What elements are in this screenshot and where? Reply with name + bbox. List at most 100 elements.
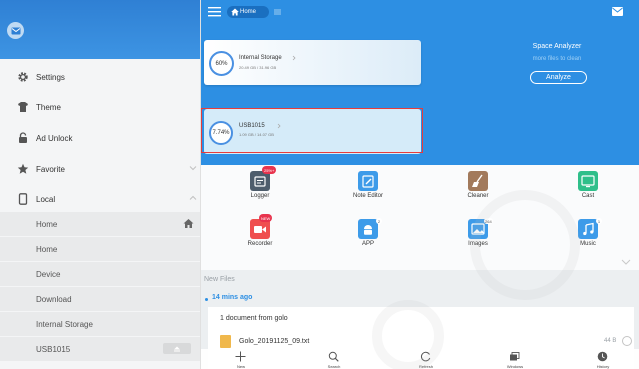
- local-item-label: Internal Storage: [36, 320, 93, 329]
- search-button[interactable]: Search: [312, 349, 356, 369]
- local-item-label: Device: [36, 270, 61, 279]
- bottom-toolbar: New Search Refresh Windows History: [201, 349, 639, 369]
- chevron-right-icon: [292, 55, 296, 61]
- new-files-header: New Files: [204, 276, 235, 283]
- sidebar-item-label: Settings: [36, 72, 65, 82]
- tool-label: Recorder: [247, 241, 273, 247]
- toolbar-label: Refresh: [418, 364, 433, 369]
- internal-storage-card[interactable]: 60% Internal Storage 20.49 GB / 31.96 GB: [204, 40, 421, 85]
- toolbar-label: Search: [327, 364, 341, 369]
- item-count: 264: [484, 218, 493, 224]
- toolbar-label: History: [596, 364, 610, 369]
- tool-tile: [578, 219, 598, 239]
- tool-label: Music: [580, 241, 596, 247]
- video-recorder-icon: [254, 226, 266, 233]
- phone-icon: [18, 193, 28, 205]
- storage-size: 20.49 GB / 31.96 GB: [239, 65, 277, 70]
- avatar[interactable]: [7, 22, 24, 39]
- cast-icon: [581, 175, 595, 188]
- sidebar-item-ad-unlock[interactable]: Ad Unlock: [0, 125, 200, 151]
- tool-label: Logger: [250, 193, 270, 199]
- sidebar-item-label: Favorite: [36, 164, 65, 174]
- tool-tile: [250, 219, 270, 239]
- eject-icon: [174, 346, 180, 352]
- local-item-internal-storage[interactable]: Internal Storage: [0, 312, 200, 336]
- sidebar-item-label: Ad Unlock: [36, 133, 73, 143]
- tool-label: Cleaner: [467, 193, 489, 199]
- tool-label: Cast: [581, 193, 595, 199]
- star-icon: [17, 163, 29, 174]
- breadcrumb-more-icon[interactable]: [274, 9, 281, 15]
- search-icon: [328, 351, 339, 362]
- local-item-usb[interactable]: USB1015: [0, 337, 200, 361]
- chevron-up-icon[interactable]: [189, 194, 197, 202]
- music-icon: [583, 222, 594, 236]
- shirt-icon: [18, 102, 28, 112]
- file-name[interactable]: Golo_20191125_09.txt: [239, 338, 309, 345]
- text-file-icon: [220, 335, 231, 348]
- sidebar-item-favorite[interactable]: Favorite: [0, 156, 200, 182]
- tool-label: Note Editor: [352, 193, 383, 199]
- chevron-down-icon[interactable]: [189, 164, 197, 172]
- gear-icon: [18, 72, 28, 82]
- sidebar-item-theme[interactable]: Theme: [0, 94, 200, 120]
- mail-icon[interactable]: [612, 7, 623, 16]
- local-item-device[interactable]: Device: [0, 262, 200, 286]
- usb-card-highlight: [201, 108, 423, 153]
- sidebar-item-label: Local: [36, 194, 56, 204]
- sidebar: Settings Theme Ad Unlock Favorite Local: [0, 0, 201, 369]
- toolbar-label: Windows: [506, 364, 524, 369]
- new-files-time: 14 mins ago: [212, 294, 253, 301]
- eject-button[interactable]: [163, 343, 191, 354]
- sidebar-item-label: Theme: [36, 102, 61, 112]
- local-item-home[interactable]: Home: [0, 212, 200, 236]
- lock-icon: [19, 132, 27, 143]
- windows-button[interactable]: Windows: [493, 349, 537, 369]
- file-select-checkbox[interactable]: [622, 336, 632, 346]
- tool-tile: [578, 171, 598, 191]
- storage-usage-gauge: 60%: [209, 51, 234, 76]
- tool-label: APP: [361, 241, 374, 247]
- sidebar-item-local[interactable]: Local: [0, 186, 200, 212]
- tool-tile: [358, 219, 378, 239]
- space-analyzer-subtitle: more files to clean: [532, 56, 582, 62]
- logger-icon: [254, 176, 266, 187]
- tools-grid: 25%+ Logger Note Editor Cleaner Cast NEW…: [201, 165, 639, 270]
- refresh-button[interactable]: Refresh: [404, 349, 448, 369]
- android-icon: [364, 225, 372, 235]
- mail-icon: [11, 27, 20, 34]
- tool-tile: [358, 171, 378, 191]
- refresh-icon: [420, 351, 431, 362]
- history-icon: [597, 351, 608, 362]
- local-item-label: Download: [36, 295, 72, 304]
- item-count: 2: [376, 218, 382, 224]
- windows-icon: [510, 352, 520, 361]
- breadcrumb[interactable]: Home: [227, 6, 269, 18]
- sidebar-item-settings[interactable]: Settings: [0, 64, 200, 90]
- timeline-dot: [205, 298, 208, 301]
- chevron-down-icon[interactable]: [621, 259, 631, 265]
- history-button[interactable]: History: [581, 349, 625, 369]
- home-icon: [231, 8, 239, 16]
- space-analyzer-title: Space Analyzer: [532, 43, 582, 50]
- home-icon: [183, 219, 194, 228]
- note-editor-icon: [362, 175, 374, 188]
- local-item-home[interactable]: Home: [0, 237, 200, 261]
- tool-tile: [250, 171, 270, 191]
- local-item-label: USB1015: [36, 345, 71, 354]
- storage-name: Internal Storage: [239, 55, 282, 61]
- hot-badge: 25%+: [262, 166, 277, 174]
- toolbar-label: New: [236, 364, 245, 369]
- menu-icon[interactable]: [208, 6, 221, 17]
- analyze-button[interactable]: Analyze: [530, 71, 587, 84]
- local-item-label: Home: [36, 220, 58, 229]
- plus-icon: [235, 351, 246, 362]
- broom-icon: [472, 174, 483, 187]
- new-badge: NEW: [259, 214, 273, 222]
- local-item-download[interactable]: Download: [0, 287, 200, 311]
- breadcrumb-label: Home: [240, 9, 257, 15]
- new-button[interactable]: New: [219, 349, 263, 369]
- file-size: 44 B: [604, 338, 617, 344]
- item-count: 1: [596, 218, 602, 224]
- local-item-label: Home: [36, 245, 58, 254]
